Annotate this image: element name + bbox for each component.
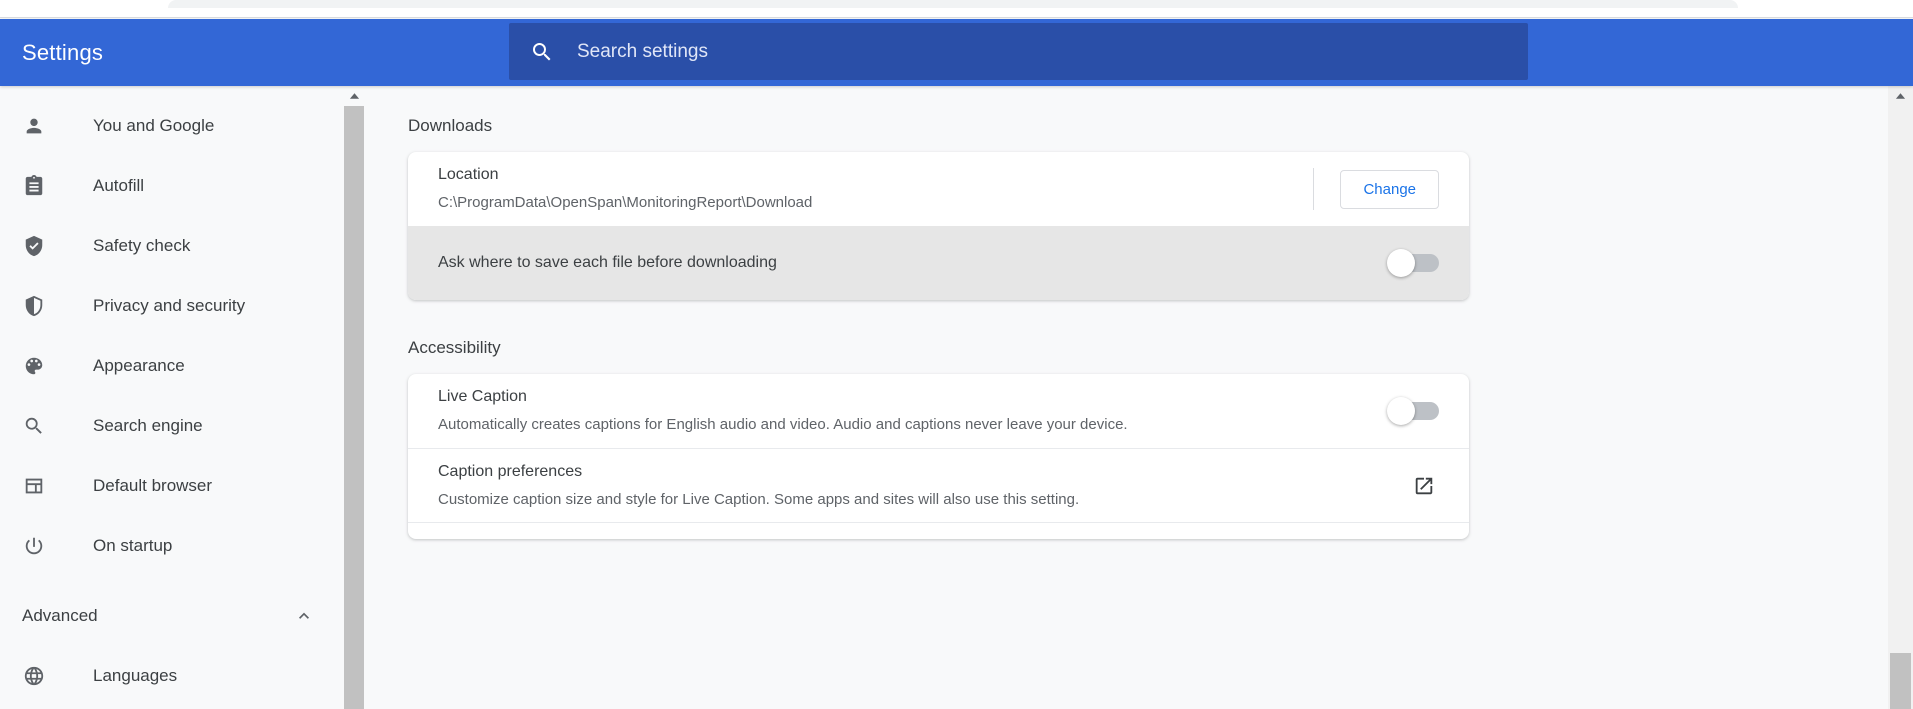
main-content: Downloads Location C:\ProgramData\OpenSp… [365,86,1888,709]
main-scrollbar[interactable] [1888,86,1913,709]
sidebar-item-languages[interactable]: Languages [0,646,343,706]
sidebar-item-label: Default browser [93,476,213,495]
sidebar-item-label: Safety check [93,236,191,255]
search-icon [530,40,554,64]
sidebar-item-label: Privacy and security [93,296,246,315]
ask-where-to-save-row[interactable]: Ask where to save each file before downl… [408,226,1469,300]
caption-preferences-title: Caption preferences [438,462,583,480]
sidebar-item-default-browser[interactable]: Default browser [0,456,343,516]
caption-preferences-description: Customize caption size and style for Liv… [438,490,1080,508]
accessibility-section-title: Accessibility [408,338,501,357]
downloads-card: Location C:\ProgramData\OpenSpan\Monitor… [408,152,1469,300]
download-location-path: C:\ProgramData\OpenSpan\MonitoringReport… [438,194,813,211]
row-divider [1313,168,1315,210]
palette-icon [22,354,46,378]
power-icon [22,534,46,558]
download-location-text: Location C:\ProgramData\OpenSpan\Monitor… [438,163,1313,215]
caret-up-icon[interactable] [1888,86,1913,106]
caption-preferences-row[interactable]: Caption preferences Customize caption si… [408,448,1469,522]
page-title: Settings [22,39,104,65]
sidebar-item-label: Languages [93,666,178,685]
search-input[interactable] [575,34,1510,69]
globe-icon [22,664,46,688]
ask-where-to-save-text: Ask where to save each file before downl… [438,254,1387,272]
person-icon [22,114,46,138]
search-box[interactable] [509,23,1528,80]
sidebar-group-advanced[interactable]: Advanced [0,586,343,646]
main-scrollbar-thumb[interactable] [1890,653,1911,709]
sidebar: You and Google Autofill Safety check Pri… [0,86,343,709]
live-caption-toggle[interactable] [1387,397,1439,425]
sidebar-item-label: Autofill [93,176,145,195]
caret-up-icon[interactable] [343,86,365,106]
browser-window-icon [22,474,46,498]
download-location-row[interactable]: Location C:\ProgramData\OpenSpan\Monitor… [408,152,1469,226]
sidebar-item-on-startup[interactable]: On startup [0,516,343,576]
sidebar-item-label: On startup [93,536,173,555]
settings-header: Settings [0,19,1913,86]
caption-preferences-text: Caption preferences Customize caption si… [438,460,1409,512]
next-setting-row-partial[interactable] [408,522,1469,539]
sidebar-item-label: Search engine [93,416,203,435]
sidebar-scrollbar-thumb[interactable] [344,106,364,709]
sidebar-item-label: You and Google [93,116,215,135]
browser-tab-strip [168,0,1738,8]
toggle-knob [1387,249,1415,277]
ask-where-to-save-label: Ask where to save each file before downl… [438,254,777,271]
clipboard-icon [22,174,46,198]
accessibility-card: Live Caption Automatically creates capti… [408,374,1469,539]
shield-check-icon [22,234,46,258]
sidebar-item-safety-check[interactable]: Safety check [0,216,343,276]
sidebar-item-appearance[interactable]: Appearance [0,336,343,396]
download-location-title: Location [438,166,499,183]
shield-half-icon [22,294,46,318]
sidebar-item-autofill[interactable]: Autofill [0,156,343,216]
sidebar-scrollbar[interactable] [343,86,365,709]
live-caption-row[interactable]: Live Caption Automatically creates capti… [408,374,1469,448]
settings-page: Settings You and Google [0,0,1913,709]
change-download-location-button[interactable]: Change [1340,169,1439,209]
open-in-new-icon[interactable] [1409,471,1439,501]
sidebar-item-label: Appearance [93,356,185,375]
settings-body: You and Google Autofill Safety check Pri… [0,86,1913,709]
ask-where-to-save-toggle[interactable] [1387,249,1439,277]
downloads-section-title: Downloads [408,116,493,135]
live-caption-description: Automatically creates captions for Engli… [438,416,1128,433]
browser-toolbar-edge [0,10,1913,18]
live-caption-title: Live Caption [438,388,527,405]
sidebar-item-privacy-and-security[interactable]: Privacy and security [0,276,343,336]
chevron-up-icon [293,605,315,627]
sidebar-group-label: Advanced [22,606,98,625]
toggle-knob [1387,397,1415,425]
sidebar-item-search-engine[interactable]: Search engine [0,396,343,456]
browser-chrome-strip [0,0,1913,10]
sidebar-item-you-and-google[interactable]: You and Google [0,96,343,156]
search-icon [22,414,46,438]
live-caption-text: Live Caption Automatically creates capti… [438,385,1387,437]
